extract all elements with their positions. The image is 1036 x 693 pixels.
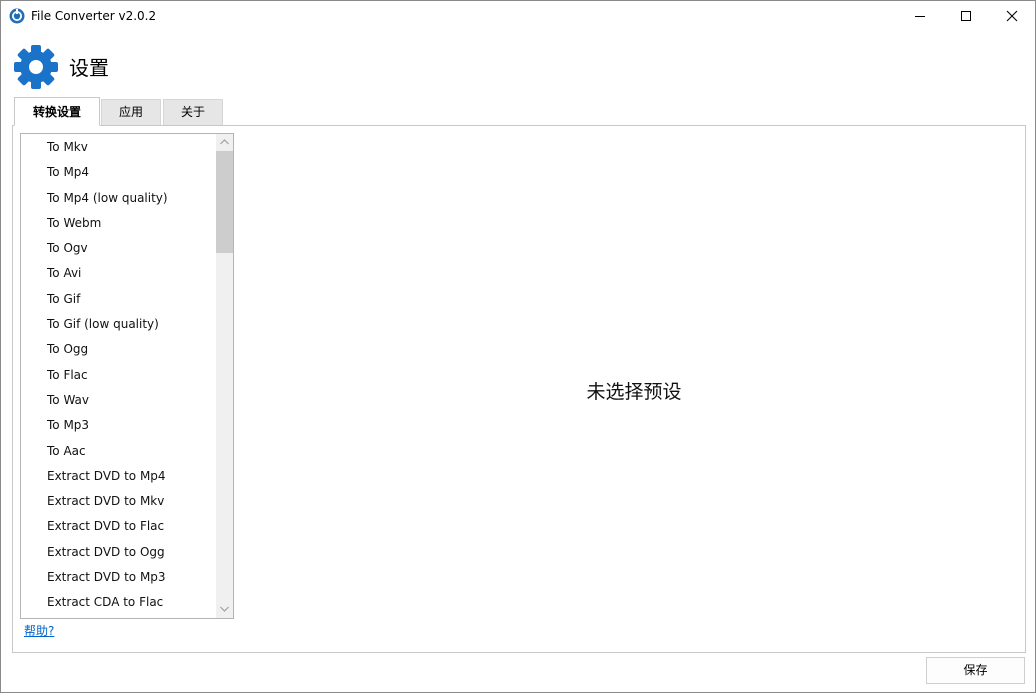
tab-conversion-settings[interactable]: 转换设置 [14, 97, 100, 126]
preset-list-item[interactable]: To Mp3 [21, 413, 216, 438]
save-button[interactable]: 保存 [926, 657, 1025, 684]
preset-list-item[interactable]: To Flac [21, 363, 216, 388]
preset-list-item[interactable]: Extract DVD to Mp3 [21, 565, 216, 590]
preset-list-item[interactable]: To Mp4 [21, 160, 216, 185]
close-button[interactable] [989, 1, 1035, 31]
preset-items: To Mkv To Mp4 To Mp4 (low quality) To Webm T… [21, 135, 216, 616]
preset-list-item[interactable]: Extract CDA to Flac [21, 590, 216, 615]
preset-list-item[interactable]: To Gif [21, 287, 216, 312]
preset-list-item[interactable]: Extract DVD to Flac [21, 514, 216, 539]
preset-list[interactable]: To Mkv To Mp4 To Mp4 (low quality) To Webm T… [20, 133, 234, 619]
tab-application[interactable]: 应用 [101, 99, 161, 125]
chevron-up-icon [220, 139, 229, 145]
title-bar[interactable]: File Converter v2.0.2 [1, 1, 1035, 31]
scroll-thumb[interactable] [216, 151, 233, 253]
preset-list-item[interactable]: To Gif (low quality) [21, 312, 216, 337]
file-converter-logo-icon [9, 8, 25, 24]
preset-list-item[interactable]: To Webm [21, 211, 216, 236]
preset-list-item[interactable]: To Ogg [21, 337, 216, 362]
preset-list-item[interactable]: To Aac [21, 439, 216, 464]
scroll-down-button[interactable] [216, 601, 233, 618]
help-link[interactable]: 帮助? [24, 624, 54, 638]
preset-list-item[interactable]: Extract DVD to Mkv [21, 489, 216, 514]
preset-list-item[interactable]: To Mkv [21, 135, 216, 160]
chevron-down-icon [220, 606, 229, 612]
scroll-up-button[interactable] [216, 134, 233, 151]
close-icon [1006, 10, 1018, 22]
tab-about[interactable]: 关于 [163, 99, 223, 125]
preset-list-item[interactable]: To Wav [21, 388, 216, 413]
maximize-icon [961, 11, 971, 21]
window-title: File Converter v2.0.2 [31, 9, 157, 23]
preset-list-item[interactable]: To Ogv [21, 236, 216, 261]
list-scrollbar[interactable] [216, 134, 233, 618]
app-window: File Converter v2.0.2 设置 转换设置 应用 关于 To M… [0, 0, 1036, 693]
preset-list-item[interactable]: To Avi [21, 261, 216, 286]
gear-icon [13, 44, 59, 90]
preset-list-item[interactable]: Extract DVD to Mp4 [21, 464, 216, 489]
no-preset-selected-message: 未选择预设 [586, 381, 682, 403]
minimize-icon [915, 16, 925, 17]
maximize-button[interactable] [943, 1, 989, 31]
preset-list-item[interactable]: Extract DVD to Ogg [21, 540, 216, 565]
minimize-button[interactable] [897, 1, 943, 31]
preset-list-item[interactable]: To Mp4 (low quality) [21, 186, 216, 211]
page-title: 设置 [69, 56, 109, 80]
